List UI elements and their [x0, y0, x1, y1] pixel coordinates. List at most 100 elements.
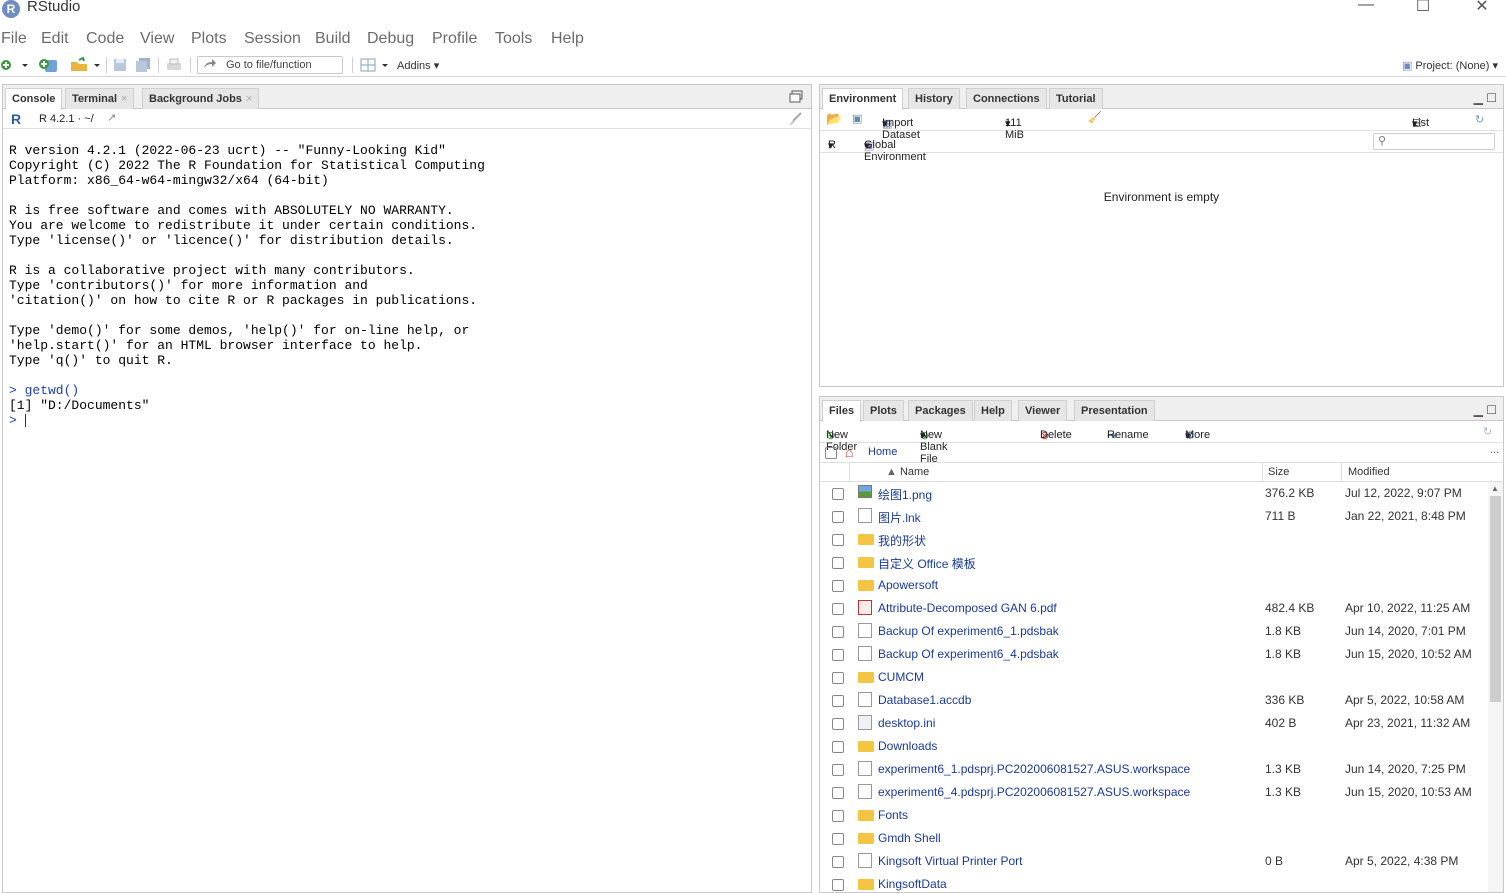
save-icon[interactable] — [112, 57, 128, 73]
file-list-scrollbar[interactable]: ▲ — [1488, 482, 1503, 892]
print-icon[interactable] — [166, 57, 182, 73]
new-project-icon[interactable] — [38, 57, 58, 73]
tab-files[interactable]: Files — [822, 400, 861, 422]
file-checkbox[interactable] — [832, 626, 844, 638]
tab-tutorial[interactable]: Tutorial — [1049, 88, 1103, 109]
sort-name-column[interactable]: ▲ Name — [886, 466, 929, 478]
maximize-pane-icon[interactable]: ☐ — [1486, 91, 1497, 105]
file-checkbox[interactable] — [832, 511, 844, 523]
file-checkbox[interactable] — [832, 856, 844, 868]
file-row[interactable]: 绘图1.png376.2 KBJul 12, 2022, 9:07 PM — [820, 482, 1487, 505]
file-name-link[interactable]: KingsoftData — [878, 877, 947, 891]
broom-icon[interactable]: 🧹 — [1088, 111, 1102, 124]
save-all-icon[interactable] — [135, 57, 151, 73]
file-name-link[interactable]: Backup Of experiment6_4.pdsbak — [878, 647, 1059, 661]
file-name-link[interactable]: experiment6_4.pdsprj.PC202006081527.ASUS… — [878, 785, 1190, 799]
open-file-dropdown-icon[interactable] — [92, 57, 102, 73]
load-workspace-icon[interactable]: 📂 — [826, 111, 842, 127]
file-checkbox[interactable] — [832, 833, 844, 845]
file-row[interactable]: Kingsoft Virtual Printer Port0 BApr 5, 2… — [820, 850, 1487, 873]
file-name-link[interactable]: Attribute-Decomposed GAN 6.pdf — [878, 601, 1057, 615]
menu-code[interactable]: Code — [86, 30, 124, 48]
project-menu[interactable]: ▣ Project: (None) ▾ — [1402, 59, 1498, 72]
file-name-link[interactable]: Apowersoft — [878, 578, 938, 592]
close-tab-icon[interactable]: × — [246, 93, 252, 105]
file-row[interactable]: 我的形状 — [820, 528, 1487, 551]
maximize-button[interactable]: ☐ — [1403, 0, 1443, 16]
file-name-link[interactable]: 绘图1.png — [878, 486, 932, 503]
file-name-link[interactable]: Downloads — [878, 739, 937, 753]
size-column-header[interactable]: Size — [1268, 466, 1289, 478]
file-checkbox[interactable] — [832, 810, 844, 822]
clear-console-icon[interactable] — [787, 112, 803, 126]
close-tab-icon[interactable]: × — [121, 93, 127, 105]
file-checkbox[interactable] — [832, 488, 844, 500]
menu-tools[interactable]: Tools — [495, 30, 532, 48]
console-output[interactable]: R version 4.2.1 (2022-06-23 ucrt) -- "Fu… — [9, 143, 485, 428]
file-name-link[interactable]: 自定义 Office 模板 — [878, 555, 976, 572]
refresh-icon[interactable]: ↻ — [1483, 425, 1492, 438]
file-name-link[interactable]: 图片.lnk — [878, 509, 921, 526]
tab-console[interactable]: Console — [5, 88, 62, 110]
file-row[interactable]: experiment6_1.pdsprj.PC202006081527.ASUS… — [820, 758, 1487, 781]
file-checkbox[interactable] — [832, 879, 844, 891]
save-workspace-icon[interactable]: ▣ — [852, 112, 862, 125]
file-name-link[interactable]: Kingsoft Virtual Printer Port — [878, 854, 1023, 868]
file-name-link[interactable]: Backup Of experiment6_1.pdsbak — [878, 624, 1059, 638]
go-to-directory-icon[interactable]: ↗ — [107, 111, 116, 124]
environment-search-input[interactable]: ⚲ — [1373, 133, 1495, 150]
file-row[interactable]: Database1.accdb336 KBApr 5, 2022, 10:58 … — [820, 689, 1487, 712]
menu-view[interactable]: View — [140, 30, 174, 48]
menu-file[interactable]: File — [1, 30, 27, 48]
file-checkbox[interactable] — [832, 718, 844, 730]
tab-background-jobs[interactable]: Background Jobs× — [142, 88, 259, 109]
tab-help[interactable]: Help — [974, 400, 1012, 421]
tab-terminal[interactable]: Terminal× — [65, 88, 134, 109]
file-row[interactable]: 图片.lnk711 BJan 22, 2021, 8:48 PM — [820, 505, 1487, 528]
restore-pane-icon[interactable] — [789, 90, 803, 103]
home-icon[interactable]: ⌂ — [845, 444, 853, 460]
tab-presentation[interactable]: Presentation — [1074, 400, 1155, 421]
file-checkbox[interactable] — [832, 672, 844, 684]
file-row[interactable]: Backup Of experiment6_4.pdsbak1.8 KBJun … — [820, 643, 1487, 666]
file-name-link[interactable]: Fonts — [878, 808, 908, 822]
file-name-link[interactable]: Gmdh Shell — [878, 831, 941, 845]
select-all-checkbox[interactable] — [825, 447, 837, 459]
close-button[interactable]: ✕ — [1462, 0, 1502, 16]
go-to-directory-button[interactable]: ... — [1490, 444, 1499, 456]
tab-history[interactable]: History — [908, 88, 960, 109]
file-checkbox[interactable] — [832, 741, 844, 753]
menu-help[interactable]: Help — [551, 30, 584, 48]
menu-plots[interactable]: Plots — [191, 30, 227, 48]
new-file-icon[interactable] — [0, 57, 16, 73]
file-row[interactable]: 自定义 Office 模板 — [820, 551, 1487, 574]
file-name-link[interactable]: 我的形状 — [878, 532, 926, 549]
file-checkbox[interactable] — [832, 534, 844, 546]
go-to-file-input[interactable]: Go to file/function — [197, 56, 343, 74]
modified-column-header[interactable]: Modified — [1348, 466, 1390, 478]
file-name-link[interactable]: CUMCM — [878, 670, 924, 684]
pane-layout-dropdown-icon[interactable] — [380, 57, 390, 73]
file-checkbox[interactable] — [832, 787, 844, 799]
addins-menu[interactable]: Addins ▾ — [397, 59, 439, 72]
file-checkbox[interactable] — [832, 764, 844, 776]
maximize-pane-icon[interactable]: ☐ — [1486, 403, 1497, 417]
scrollbar-thumb[interactable] — [1490, 496, 1501, 702]
file-row[interactable]: desktop.ini402 BApr 23, 2021, 11:32 AM — [820, 712, 1487, 735]
menu-session[interactable]: Session — [244, 30, 301, 48]
file-row[interactable]: KingsoftData — [820, 873, 1487, 892]
file-name-link[interactable]: desktop.ini — [878, 716, 935, 730]
file-checkbox[interactable] — [832, 695, 844, 707]
menu-debug[interactable]: Debug — [367, 30, 414, 48]
tab-environment[interactable]: Environment — [822, 88, 903, 110]
minimize-button[interactable]: — — [1346, 0, 1386, 16]
tab-connections[interactable]: Connections — [966, 88, 1047, 109]
refresh-icon[interactable]: ↻ — [1475, 113, 1484, 126]
file-name-link[interactable]: experiment6_1.pdsprj.PC202006081527.ASUS… — [878, 762, 1190, 776]
breadcrumb-home[interactable]: Home — [868, 446, 897, 458]
menu-build[interactable]: Build — [315, 30, 351, 48]
tab-packages[interactable]: Packages — [908, 400, 973, 421]
file-row[interactable]: Gmdh Shell — [820, 827, 1487, 850]
tab-plots[interactable]: Plots — [863, 400, 904, 421]
file-checkbox[interactable] — [832, 580, 844, 592]
